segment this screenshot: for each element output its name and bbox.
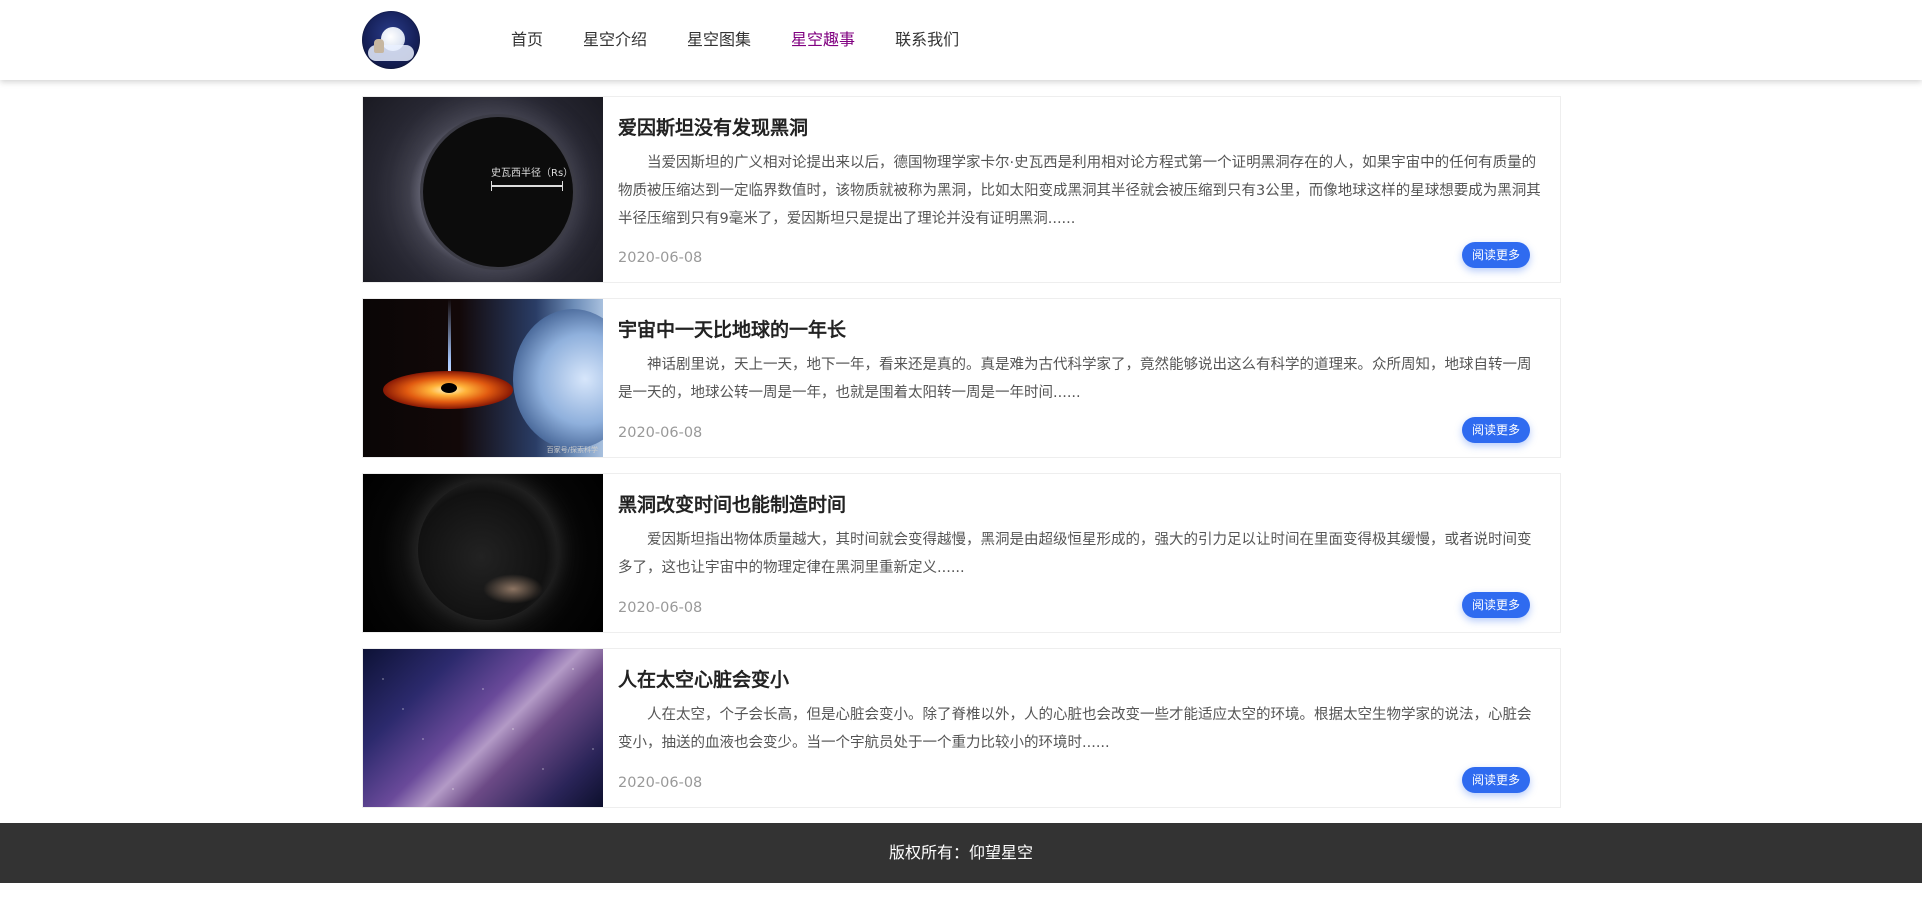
article-date: 2020-06-08 [618,600,703,616]
article-card: 人在太空心脏会变小 人在太空，个子会长高，但是心脏会变小。除了脊椎以外，人的心脏… [362,648,1561,808]
article-date: 2020-06-08 [618,425,703,441]
glow-shape [483,574,543,604]
article-body: 宇宙中一天比地球的一年长 神话剧里说，天上一天，地下一年，看来还是真的。真是难为… [618,299,1545,457]
read-more-button[interactable]: 阅读更多 [1461,592,1530,618]
article-thumbnail-black-hole[interactable]: 史瓦西半径（Rs） [363,97,603,282]
article-body: 黑洞改变时间也能制造时间 爱因斯坦指出物体质量越大，其时间就会变得越慢，黑洞是由… [618,474,1545,632]
nav-item-intro[interactable]: 星空介绍 [583,0,647,80]
article-title[interactable]: 宇宙中一天比地球的一年长 [618,315,846,342]
read-more-button[interactable]: 阅读更多 [1461,417,1530,443]
article-title[interactable]: 爱因斯坦没有发现黑洞 [618,113,808,140]
article-body: 人在太空心脏会变小 人在太空，个子会长高，但是心脏会变小。除了脊椎以外，人的心脏… [618,649,1545,807]
article-excerpt: 神话剧里说，天上一天，地下一年，看来还是真的。真是难为古代科学家了，竟然能够说出… [618,357,1532,401]
article-thumbnail-sphere[interactable] [363,474,603,632]
blue-star-shape [513,309,603,449]
article-thumbnail-milky-way[interactable] [363,649,603,807]
nav-item-fun-facts[interactable]: 星空趣事 [791,0,855,80]
thumbnail-caption: 史瓦西半径（Rs） [491,168,574,179]
black-hole-core [441,383,457,393]
copyright-text: 版权所有：仰望星空 [888,843,1033,862]
site-footer: 版权所有：仰望星空 [0,823,1922,883]
nav-item-gallery[interactable]: 星空图集 [687,0,751,80]
site-logo[interactable] [362,11,420,69]
radius-marker [491,181,563,191]
nav-item-home[interactable]: 首页 [511,0,543,80]
article-title[interactable]: 黑洞改变时间也能制造时间 [618,490,846,517]
article-date: 2020-06-08 [618,775,703,791]
article-body: 爱因斯坦没有发现黑洞 当爱因斯坦的广义相对论提出来以后，德国物理学家卡尔·史瓦西… [618,97,1545,282]
article-card: 百家号/探索科学 宇宙中一天比地球的一年长 神话剧里说，天上一天，地下一年，看来… [362,298,1561,458]
read-more-button[interactable]: 阅读更多 [1461,242,1530,268]
article-card: 黑洞改变时间也能制造时间 爱因斯坦指出物体质量越大，其时间就会变得越慢，黑洞是由… [362,473,1561,633]
article-thumbnail-accretion-disk[interactable]: 百家号/探索科学 [363,299,603,457]
article-title[interactable]: 人在太空心脏会变小 [618,665,789,692]
figure-icon [374,39,384,53]
article-card: 史瓦西半径（Rs） 爱因斯坦没有发现黑洞 当爱因斯坦的广义相对论提出来以后，德国… [362,96,1561,283]
article-date: 2020-06-08 [618,250,703,266]
article-excerpt: 人在太空，个子会长高，但是心脏会变小。除了脊椎以外，人的心脏也会改变一些才能适应… [618,707,1532,751]
sphere-shape [418,480,558,620]
article-excerpt: 当爱因斯坦的广义相对论提出来以后，德国物理学家卡尔·史瓦西是利用相对论方程式第一… [618,155,1541,227]
stars-shape [363,649,603,807]
black-hole-shape [423,117,573,267]
read-more-button[interactable]: 阅读更多 [1461,767,1530,793]
main-nav: 首页 星空介绍 星空图集 星空趣事 联系我们 [511,0,999,80]
thumbnail-watermark: 百家号/探索科学 [546,446,598,454]
article-excerpt: 爱因斯坦指出物体质量越大，其时间就会变得越慢，黑洞是由超级恒星形成的，强大的引力… [618,532,1532,576]
nav-item-contact[interactable]: 联系我们 [895,0,959,80]
site-header: 首页 星空介绍 星空图集 星空趣事 联系我们 [0,0,1922,80]
